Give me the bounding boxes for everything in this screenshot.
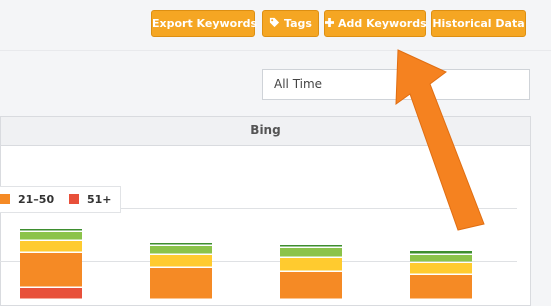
- bar-segment: [410, 255, 472, 262]
- bar-segment: [20, 232, 82, 240]
- bar-segment: [280, 245, 342, 247]
- bar-segment: [280, 258, 342, 271]
- bar-segment: [410, 263, 472, 274]
- bar-segment: [410, 251, 472, 254]
- bar-segment: [150, 255, 212, 267]
- bar-segment: [20, 229, 82, 231]
- bar-segment: [410, 275, 472, 299]
- bar-segment: [20, 241, 82, 252]
- bar-segment: [280, 248, 342, 257]
- bar-segment: [150, 246, 212, 254]
- bar-segment: [20, 288, 82, 299]
- bar-segment: [150, 243, 212, 245]
- bar-segment: [280, 272, 342, 299]
- stacked-bar-chart: [20, 229, 472, 299]
- bar-segment: [20, 253, 82, 287]
